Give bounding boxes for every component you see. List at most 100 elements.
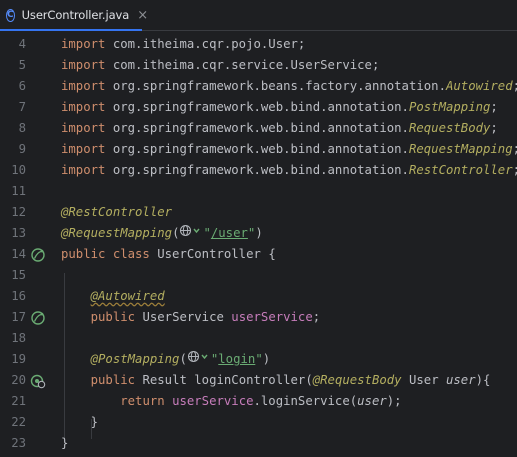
code-token: ) (262, 352, 271, 366)
line-number: 6 (18, 79, 26, 93)
close-icon[interactable]: × (137, 8, 148, 23)
code-token: user (357, 394, 387, 408)
line-number: 18 (11, 331, 26, 345)
code-token: com.itheima.cqr.service.UserService; (105, 58, 380, 72)
tab-label: UserController.java (21, 8, 130, 22)
line-number: 13 (11, 226, 26, 240)
code-line[interactable]: import org.springframework.web.bind.anno… (61, 97, 498, 118)
code-line[interactable]: @Autowired (61, 286, 165, 307)
code-token: @RestController (61, 205, 173, 219)
line-number: 19 (11, 352, 26, 366)
code-token: ; (513, 142, 517, 156)
line-number: 23 (11, 436, 26, 450)
code-token: public (90, 373, 143, 387)
java-class-icon: C (6, 8, 15, 22)
code-line[interactable]: return userService.loginService(user); (61, 391, 402, 412)
tab-usercontroller[interactable]: C UserController.java × (0, 0, 148, 31)
endpoint-icon[interactable] (30, 373, 46, 389)
code-token: org.springframework.web.bind.annotation. (105, 163, 409, 177)
code-line[interactable]: import org.springframework.beans.factory… (61, 76, 517, 97)
line-number: 11 (11, 184, 26, 198)
code-token: public (90, 310, 143, 324)
code-token: import (61, 37, 106, 51)
code-token: import (61, 100, 106, 114)
code-token: @RequestBody (312, 373, 402, 387)
code-token: { (483, 373, 491, 387)
code-line[interactable]: public UserService userService; (61, 307, 321, 328)
code-token: } (61, 436, 69, 450)
code-token: @Autowired (90, 289, 165, 303)
code-token: ( (172, 226, 180, 240)
code-line[interactable]: import com.itheima.cqr.pojo.User; (61, 34, 305, 55)
code-token: UserController (157, 247, 269, 261)
bean-class-icon[interactable] (30, 247, 46, 263)
code-token: Autowired (445, 79, 513, 93)
code-token: ; (513, 79, 517, 93)
line-number: 7 (18, 100, 26, 114)
code-token: user (446, 373, 476, 387)
code-line[interactable]: import com.itheima.cqr.service.UserServi… (61, 55, 379, 76)
code-token: ) (255, 226, 263, 240)
line-number: 20 (11, 373, 26, 387)
line-number: 10 (11, 163, 26, 177)
code-token: userService (172, 394, 254, 408)
line-number: 14 (11, 247, 26, 261)
line-number: 4 (18, 37, 26, 51)
code-token: RequestBody (408, 121, 491, 135)
code-token: PostMapping (408, 100, 491, 114)
code-token: import (61, 142, 106, 156)
code-line[interactable]: @RestController (61, 202, 172, 223)
line-number: 17 (11, 310, 26, 324)
code-line[interactable]: } (61, 433, 68, 454)
code-token: ; (490, 121, 498, 135)
line-number: 15 (11, 268, 26, 282)
code-line[interactable]: } (61, 412, 98, 433)
code-line[interactable]: import org.springframework.web.bind.anno… (61, 118, 498, 139)
code-token: com.itheima.cqr.pojo.User; (105, 37, 306, 51)
code-token: @RequestMapping (61, 226, 173, 240)
globe-icon[interactable] (187, 349, 211, 370)
line-number: 22 (11, 415, 26, 429)
code-token: @PostMapping (90, 352, 180, 366)
line-number: 21 (11, 394, 26, 408)
code-line[interactable]: @RequestMapping( "/user") (61, 223, 263, 244)
code-token: RestController (408, 163, 513, 177)
code-token: ); (386, 394, 402, 408)
line-number: 12 (11, 205, 26, 219)
globe-icon[interactable] (179, 223, 203, 244)
code-line[interactable]: public class UserController { (61, 244, 276, 265)
code-token: .loginService( (253, 394, 358, 408)
autowired-bean-icon[interactable] (30, 310, 46, 326)
code-line[interactable]: import org.springframework.web.bind.anno… (61, 160, 517, 181)
code-token: ; (513, 163, 517, 177)
code-token: User (401, 373, 446, 387)
code-editor[interactable]: import com.itheima.cqr.pojo.User; import … (55, 31, 517, 457)
code-token: UserService (142, 310, 232, 324)
code-token: ; (490, 100, 498, 114)
line-number: 16 (11, 289, 26, 303)
code-token: ; (312, 310, 321, 324)
line-number-gutter[interactable]: 4 5 6 7 8 9 10 11 12 13 14 15 16 17 18 19 20 21 22 23 (0, 31, 55, 457)
code-token: import (61, 163, 106, 177)
code-line[interactable]: import org.springframework.web.bind.anno… (61, 139, 517, 160)
code-token: return (120, 394, 173, 408)
code-token: org.springframework.beans.factory.annota… (105, 79, 446, 93)
code-line[interactable]: @PostMapping("login") (61, 349, 270, 370)
code-token: import (61, 58, 106, 72)
code-token: import (61, 79, 106, 93)
code-token: { (268, 247, 276, 261)
code-token: org.springframework.web.bind.annotation. (105, 100, 409, 114)
code-token: RequestMapping (408, 142, 513, 156)
code-token: public class (61, 247, 158, 261)
code-token: import (61, 121, 106, 135)
code-line[interactable]: public Result loginController(@RequestBo… (61, 370, 491, 391)
code-token: org.springframework.web.bind.annotation. (105, 121, 409, 135)
code-token: Result loginController( (142, 373, 313, 387)
code-token: "/user" (203, 226, 256, 240)
